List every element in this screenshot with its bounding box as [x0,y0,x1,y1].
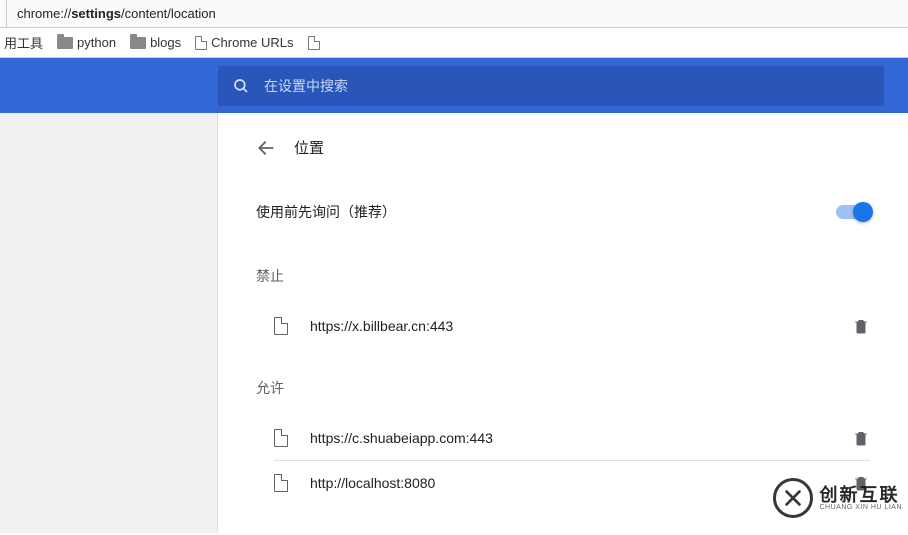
address-input[interactable]: chrome://settings/content/location [6,0,908,27]
settings-left-column [0,113,218,533]
settings-header [0,58,908,113]
url-path: /content/location [121,6,216,21]
watermark-logo-icon [773,478,813,518]
bookmark-empty[interactable] [308,36,320,50]
trash-icon[interactable] [852,428,870,448]
search-icon [232,77,250,95]
toggle-label: 使用前先询问（推荐） [256,202,396,222]
content-area: 位置 使用前先询问（推荐） 禁止 https://x.billbear.cn:4… [0,113,908,535]
page-title: 位置 [294,137,324,158]
bookmark-label: python [77,35,116,50]
bookmark-tools[interactable]: 用工具 [4,33,43,52]
watermark-en: CHUANG XIN HU LIAN [819,504,902,511]
site-default-icon [274,429,288,447]
site-default-icon [274,474,288,492]
bookmark-blogs[interactable]: blogs [130,35,181,50]
bookmark-python[interactable]: python [57,35,116,50]
settings-search-input[interactable] [264,78,870,94]
site-row: https://x.billbear.cn:443 [274,304,870,348]
watermark-cn: 创新互联 [819,486,902,504]
blocked-list: https://x.billbear.cn:443 [274,304,870,348]
site-url[interactable]: http://localhost:8080 [310,475,435,491]
back-arrow-icon[interactable] [256,138,276,158]
page-icon [195,36,207,50]
site-default-icon [274,317,288,335]
bookmark-label: Chrome URLs [211,35,293,50]
site-url[interactable]: https://x.billbear.cn:443 [310,318,453,334]
ask-before-access-row: 使用前先询问（推荐） [256,202,870,222]
bookmarks-bar: 用工具 python blogs Chrome URLs [0,28,908,58]
bookmark-label: 用工具 [4,33,43,52]
ask-before-access-toggle[interactable] [836,205,870,219]
url-host: settings [71,6,121,21]
site-url[interactable]: https://c.shuabeiapp.com:443 [310,430,493,446]
page-icon [308,36,320,50]
folder-icon [57,37,73,49]
site-row: https://c.shuabeiapp.com:443 [274,416,870,460]
browser-address-bar: chrome://settings/content/location [0,0,908,28]
bookmark-chrome-urls[interactable]: Chrome URLs [195,35,293,50]
section-allowed-label: 允许 [256,378,870,398]
section-blocked-label: 禁止 [256,266,870,286]
bookmark-label: blogs [150,35,181,50]
folder-icon [130,37,146,49]
settings-main-card: 位置 使用前先询问（推荐） 禁止 https://x.billbear.cn:4… [218,113,908,535]
watermark: 创新互联 CHUANG XIN HU LIAN [773,478,902,518]
settings-search-wrap[interactable] [218,66,884,106]
page-header: 位置 [256,137,870,158]
trash-icon[interactable] [852,316,870,336]
url-prefix: chrome:// [17,6,71,21]
